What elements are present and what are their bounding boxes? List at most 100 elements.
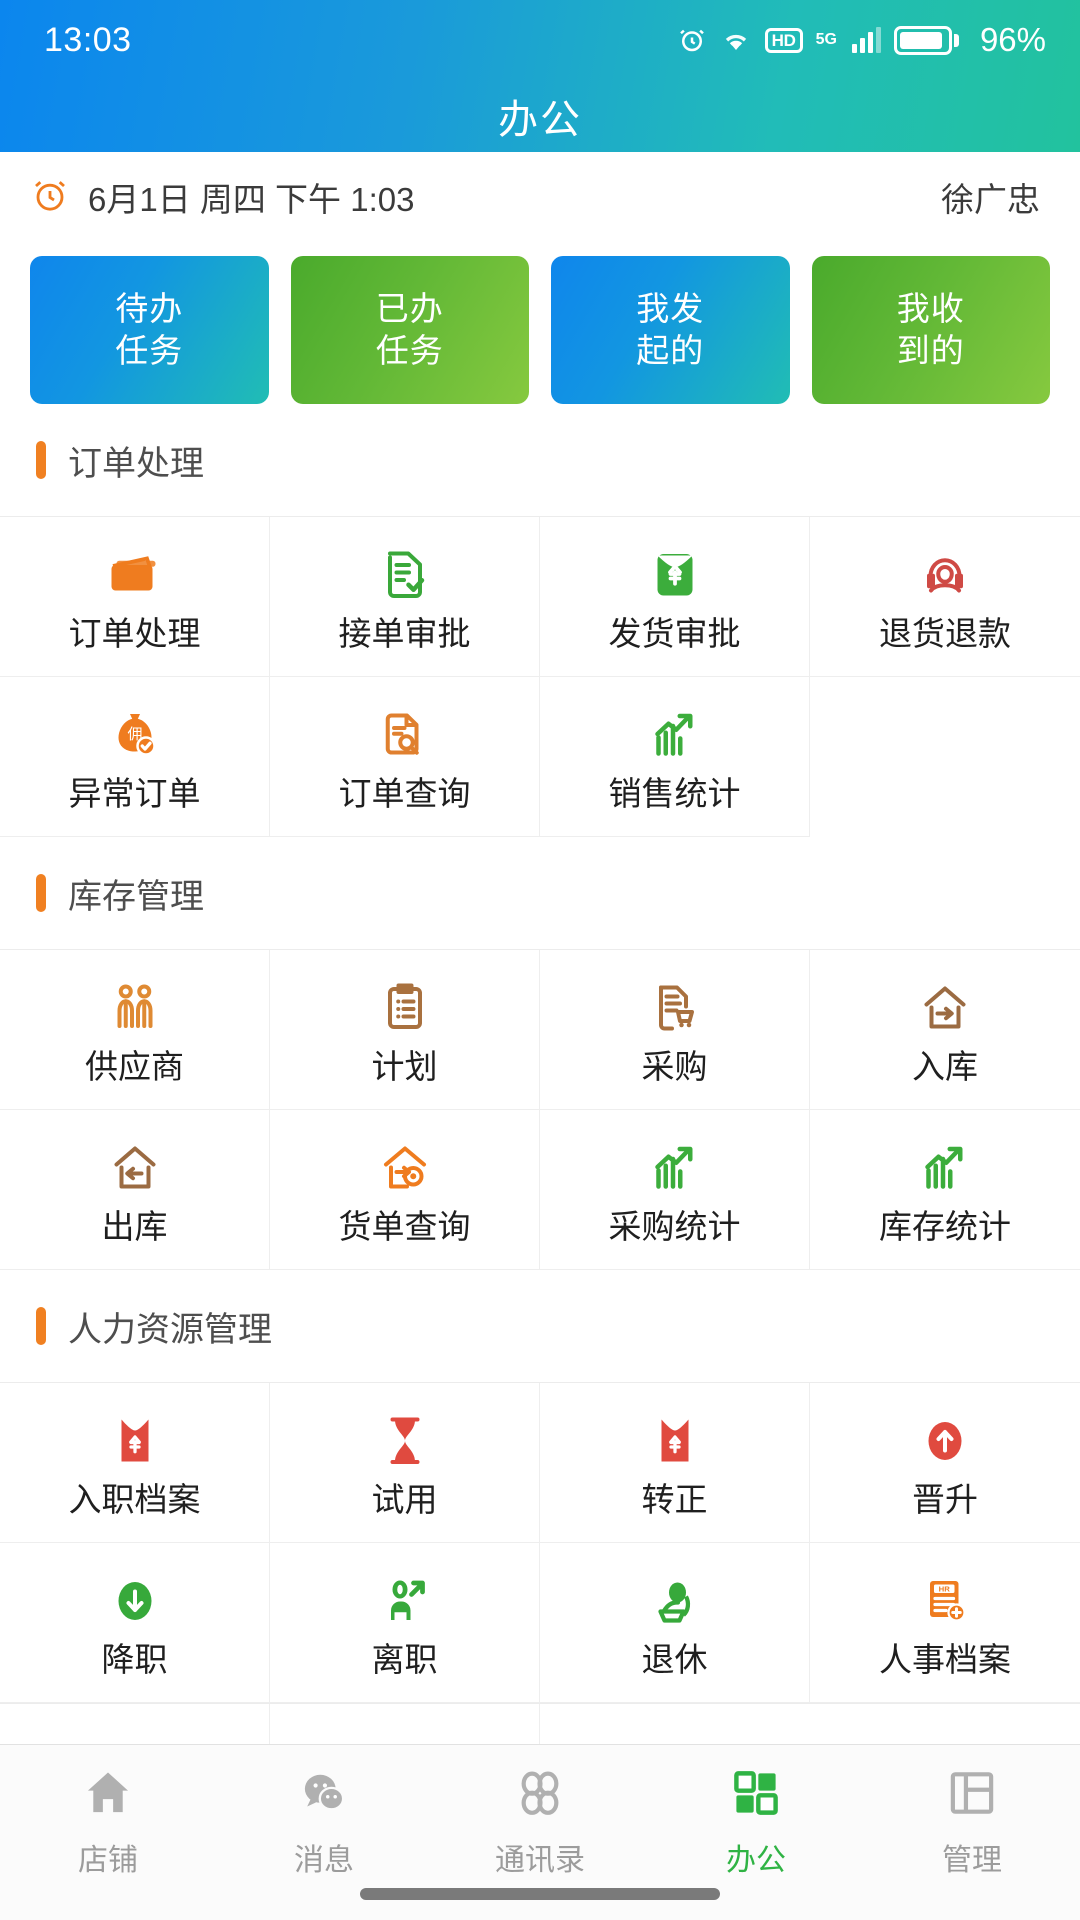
grid-cell-label: 库存统计 bbox=[879, 1208, 1011, 1245]
section-header: 人力资源管理 bbox=[0, 1270, 1080, 1382]
network-type-label: 5G bbox=[815, 31, 837, 48]
red-envelope-yuan-icon bbox=[645, 1409, 705, 1473]
grid-cell[interactable] bbox=[0, 1704, 270, 1744]
quick-card-label-line1: 已办 bbox=[375, 289, 444, 327]
grid-cell[interactable]: 退货退款 bbox=[810, 517, 1080, 677]
user-name: 徐广忠 bbox=[941, 181, 1040, 218]
grid-cell[interactable]: 采购 bbox=[540, 950, 810, 1110]
tab-label: 办公 bbox=[726, 1844, 786, 1877]
signal-icon: 5G bbox=[816, 32, 837, 48]
grid-cell-label: 降职 bbox=[101, 1641, 168, 1678]
tab-contacts[interactable]: 通讯录 bbox=[432, 1763, 648, 1879]
quick-card-label-line1: 我收 bbox=[896, 289, 965, 327]
grid-cell[interactable]: 退休 bbox=[540, 1543, 810, 1703]
money-bag-check-icon: 佣 bbox=[105, 703, 165, 767]
scroll-content[interactable]: 6月1日 周四 下午 1:03 徐广忠 待办 任务 已办 任务 我发 起的 我收… bbox=[0, 152, 1080, 1744]
tab-layout[interactable]: 管理 bbox=[864, 1763, 1080, 1879]
quick-card-done-tasks[interactable]: 已办 任务 bbox=[290, 256, 529, 404]
wifi-icon bbox=[720, 27, 752, 53]
grid-cell[interactable]: 订单处理 bbox=[0, 517, 270, 677]
grid-cell-empty bbox=[810, 677, 1080, 837]
grid-cell[interactable]: 转正 bbox=[540, 1383, 810, 1543]
grid-cell[interactable]: 接单审批 bbox=[270, 517, 540, 677]
quick-card-received-by-me[interactable]: 我收 到的 bbox=[811, 256, 1050, 404]
grid-cell[interactable]: 采购统计 bbox=[540, 1110, 810, 1270]
date-row: 6月1日 周四 下午 1:03 徐广忠 bbox=[0, 152, 1080, 242]
grid-cell[interactable]: 发货审批 bbox=[540, 517, 810, 677]
quick-card-label-line2: 到的 bbox=[896, 332, 965, 369]
section-title: 人力资源管理 bbox=[68, 1310, 272, 1349]
grid-cell[interactable]: 试用 bbox=[270, 1383, 540, 1543]
grid-cell-empty bbox=[540, 1704, 810, 1744]
quick-card-initiated-by-me[interactable]: 我发 起的 bbox=[551, 256, 790, 404]
grid-cell-label: 转正 bbox=[641, 1481, 708, 1518]
hr-file-add-icon: HR bbox=[915, 1569, 975, 1633]
section-title: 库存管理 bbox=[68, 877, 204, 916]
contacts-icon bbox=[512, 1763, 568, 1823]
grid-cell[interactable]: 入库 bbox=[810, 950, 1080, 1110]
grid-cell[interactable]: 货单查询 bbox=[270, 1110, 540, 1270]
tab-label: 管理 bbox=[942, 1844, 1002, 1877]
grid-cell[interactable] bbox=[270, 1704, 540, 1744]
warehouse-in-icon bbox=[915, 976, 975, 1040]
grid-cell[interactable]: 销售统计 bbox=[540, 677, 810, 837]
grid-cell-label: 发货审批 bbox=[608, 615, 741, 652]
grid-cell[interactable]: 离职 bbox=[270, 1543, 540, 1703]
grid-cell-label: 计划 bbox=[371, 1048, 438, 1085]
grid-cell-label: 供应商 bbox=[85, 1048, 184, 1085]
section-accent-bar bbox=[36, 874, 46, 912]
alarm-clock-icon bbox=[30, 175, 70, 220]
status-bar: 13:03 HD 5G 96% bbox=[0, 0, 1080, 80]
grid-cell-label: 销售统计 bbox=[608, 775, 741, 812]
grid-cell-label: 异常订单 bbox=[68, 775, 201, 812]
app-grid: 订单处理 接单审批 发货审批 退货退款 佣 异常订单 订单查询 销售统计 bbox=[0, 516, 1080, 837]
grid-cell[interactable]: 库存统计 bbox=[810, 1110, 1080, 1270]
app-header: 13:03 HD 5G 96% 办公 bbox=[0, 0, 1080, 152]
layout-icon bbox=[944, 1763, 1000, 1823]
shipment-search-icon bbox=[375, 1136, 435, 1200]
grid-cell[interactable]: 入职档案 bbox=[0, 1383, 270, 1543]
clipboard-icon bbox=[375, 976, 435, 1040]
grid-cell[interactable]: 订单查询 bbox=[270, 677, 540, 837]
tab-home[interactable]: 店铺 bbox=[0, 1763, 216, 1879]
grid-icon bbox=[728, 1763, 784, 1823]
grid-cell-label: 入职档案 bbox=[68, 1481, 201, 1518]
quick-card-label-line2: 任务 bbox=[375, 332, 444, 369]
grid-cell-label: 出库 bbox=[101, 1208, 168, 1245]
money-envelope-icon bbox=[645, 543, 705, 607]
quick-card-label-line1: 我发 bbox=[636, 289, 705, 327]
section-header: 订单处理 bbox=[0, 404, 1080, 516]
tab-chat[interactable]: 消息 bbox=[216, 1763, 432, 1879]
folder-icon bbox=[105, 543, 165, 607]
grid-cell-label: 接单审批 bbox=[338, 615, 471, 652]
grid-cell[interactable]: 晋升 bbox=[810, 1383, 1080, 1543]
grid-cell-label: 订单处理 bbox=[68, 615, 201, 652]
grid-cell[interactable]: 供应商 bbox=[0, 950, 270, 1110]
grid-cell[interactable]: 佣 异常订单 bbox=[0, 677, 270, 837]
doc-search-icon bbox=[375, 703, 435, 767]
service-agent-icon bbox=[915, 543, 975, 607]
page-title: 办公 bbox=[498, 98, 582, 142]
grid-cell-label: 晋升 bbox=[912, 1481, 978, 1518]
grid-cell[interactable]: 计划 bbox=[270, 950, 540, 1110]
grid-cell[interactable]: HR 人事档案 bbox=[810, 1543, 1080, 1703]
arrow-up-circle-icon bbox=[915, 1409, 975, 1473]
quick-card-todo-tasks[interactable]: 待办 任务 bbox=[30, 256, 269, 404]
tab-label: 店铺 bbox=[78, 1844, 138, 1877]
tab-label: 通讯录 bbox=[495, 1844, 585, 1877]
hd-icon: HD bbox=[764, 27, 803, 53]
alarm-icon bbox=[677, 25, 707, 55]
app-grid: 入职档案 试用 转正 晋升 降职 离职 退休 HR 人事档案 bbox=[0, 1382, 1080, 1703]
quick-card-label-line2: 任务 bbox=[115, 332, 184, 369]
person-exit-icon bbox=[375, 1569, 435, 1633]
arrow-down-circle-icon bbox=[105, 1569, 165, 1633]
section-accent-bar bbox=[36, 441, 46, 479]
grid-cell[interactable]: 降职 bbox=[0, 1543, 270, 1703]
title-bar: 办公 bbox=[0, 80, 1080, 152]
tab-grid[interactable]: 办公 bbox=[648, 1763, 864, 1879]
grid-cell-label: 人事档案 bbox=[879, 1641, 1011, 1678]
hourglass-icon bbox=[375, 1409, 435, 1473]
grid-cell[interactable]: 出库 bbox=[0, 1110, 270, 1270]
status-time: 13:03 bbox=[44, 20, 132, 59]
section-title: 订单处理 bbox=[68, 444, 204, 483]
